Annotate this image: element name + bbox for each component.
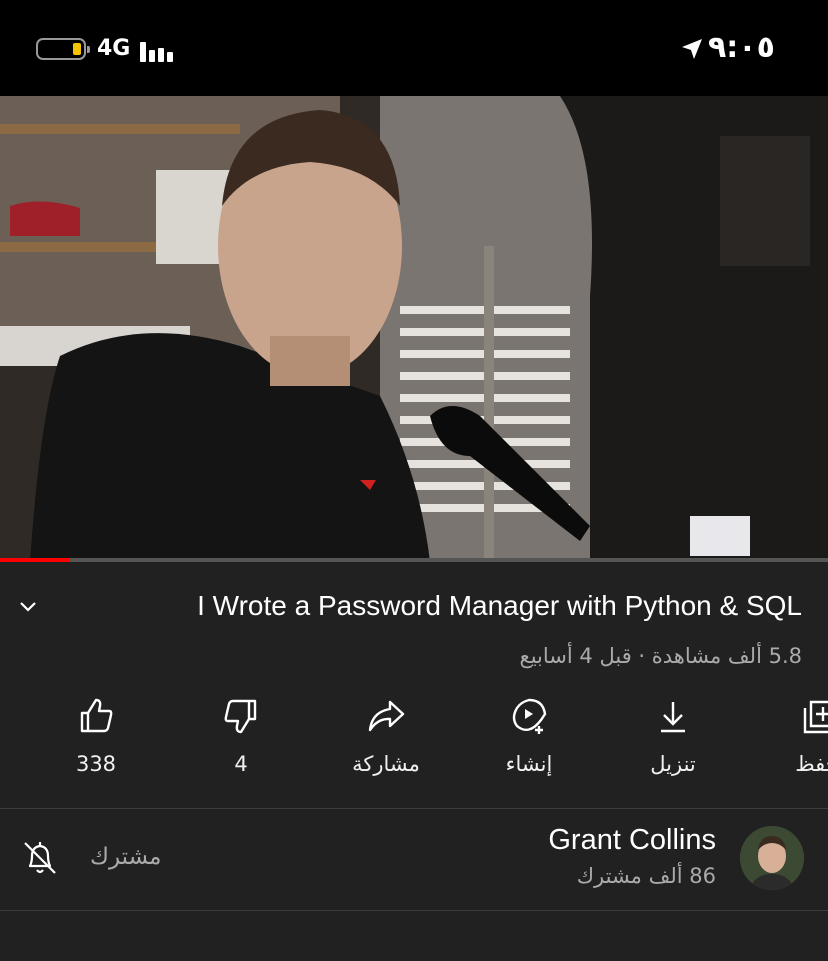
avatar[interactable]: [740, 826, 804, 890]
download-label: تنزيل: [650, 752, 696, 776]
download-icon: [661, 702, 685, 733]
video-player[interactable]: [0, 96, 828, 562]
like-count: 338: [75, 752, 117, 776]
bell-off-icon[interactable]: [20, 838, 60, 878]
video-frame: [0, 96, 828, 562]
channel-row: مشترك Grant Collins 86 ألف مشترك: [0, 810, 828, 910]
battery-level: [73, 43, 81, 55]
video-progress-bar[interactable]: [0, 558, 828, 562]
create-button[interactable]: إنشاء: [474, 696, 584, 796]
subscriber-count: 86 ألف مشترك: [576, 864, 716, 888]
signal-strength-icon: [140, 38, 180, 62]
thumbs-down-icon: [224, 699, 257, 734]
chevron-down-icon[interactable]: [16, 594, 40, 618]
subscribed-button[interactable]: مشترك: [90, 844, 161, 870]
share-label: مشاركة: [352, 752, 420, 776]
create-label: إنشاء: [505, 752, 553, 776]
like-button[interactable]: 338: [41, 696, 151, 796]
save-icon: [803, 700, 828, 734]
thumbs-up-icon: [80, 698, 113, 733]
channel-name[interactable]: Grant Collins: [548, 824, 716, 857]
share-icon: [368, 700, 405, 732]
status-bar: 4G ٩:٠٥: [0, 0, 828, 96]
dislike-count: 4: [234, 752, 248, 776]
action-bar: 338 4 مشاركة إنشاء تنزيل حفظ: [0, 696, 828, 796]
avatar-photo: [740, 826, 804, 890]
location-arrow-icon: [682, 39, 702, 59]
create-icon: [512, 698, 547, 734]
download-button[interactable]: تنزيل: [618, 696, 728, 796]
clock: ٩:٠٥: [708, 30, 775, 65]
divider: [0, 808, 828, 809]
share-button[interactable]: مشاركة: [331, 696, 441, 796]
save-label: حفظ: [795, 752, 828, 776]
title-row: I Wrote a Password Manager with Python &…: [0, 584, 828, 632]
battery-icon: [36, 38, 90, 60]
video-meta: 5.8 ألف مشاهدة · قبل 4 أسابيع: [519, 644, 802, 668]
video-title[interactable]: I Wrote a Password Manager with Python &…: [197, 590, 802, 622]
divider: [0, 910, 828, 911]
save-button[interactable]: حفظ: [762, 696, 828, 796]
dislike-button[interactable]: 4: [186, 696, 296, 796]
video-progress-fill: [0, 558, 71, 562]
network-type: 4G: [97, 36, 131, 61]
